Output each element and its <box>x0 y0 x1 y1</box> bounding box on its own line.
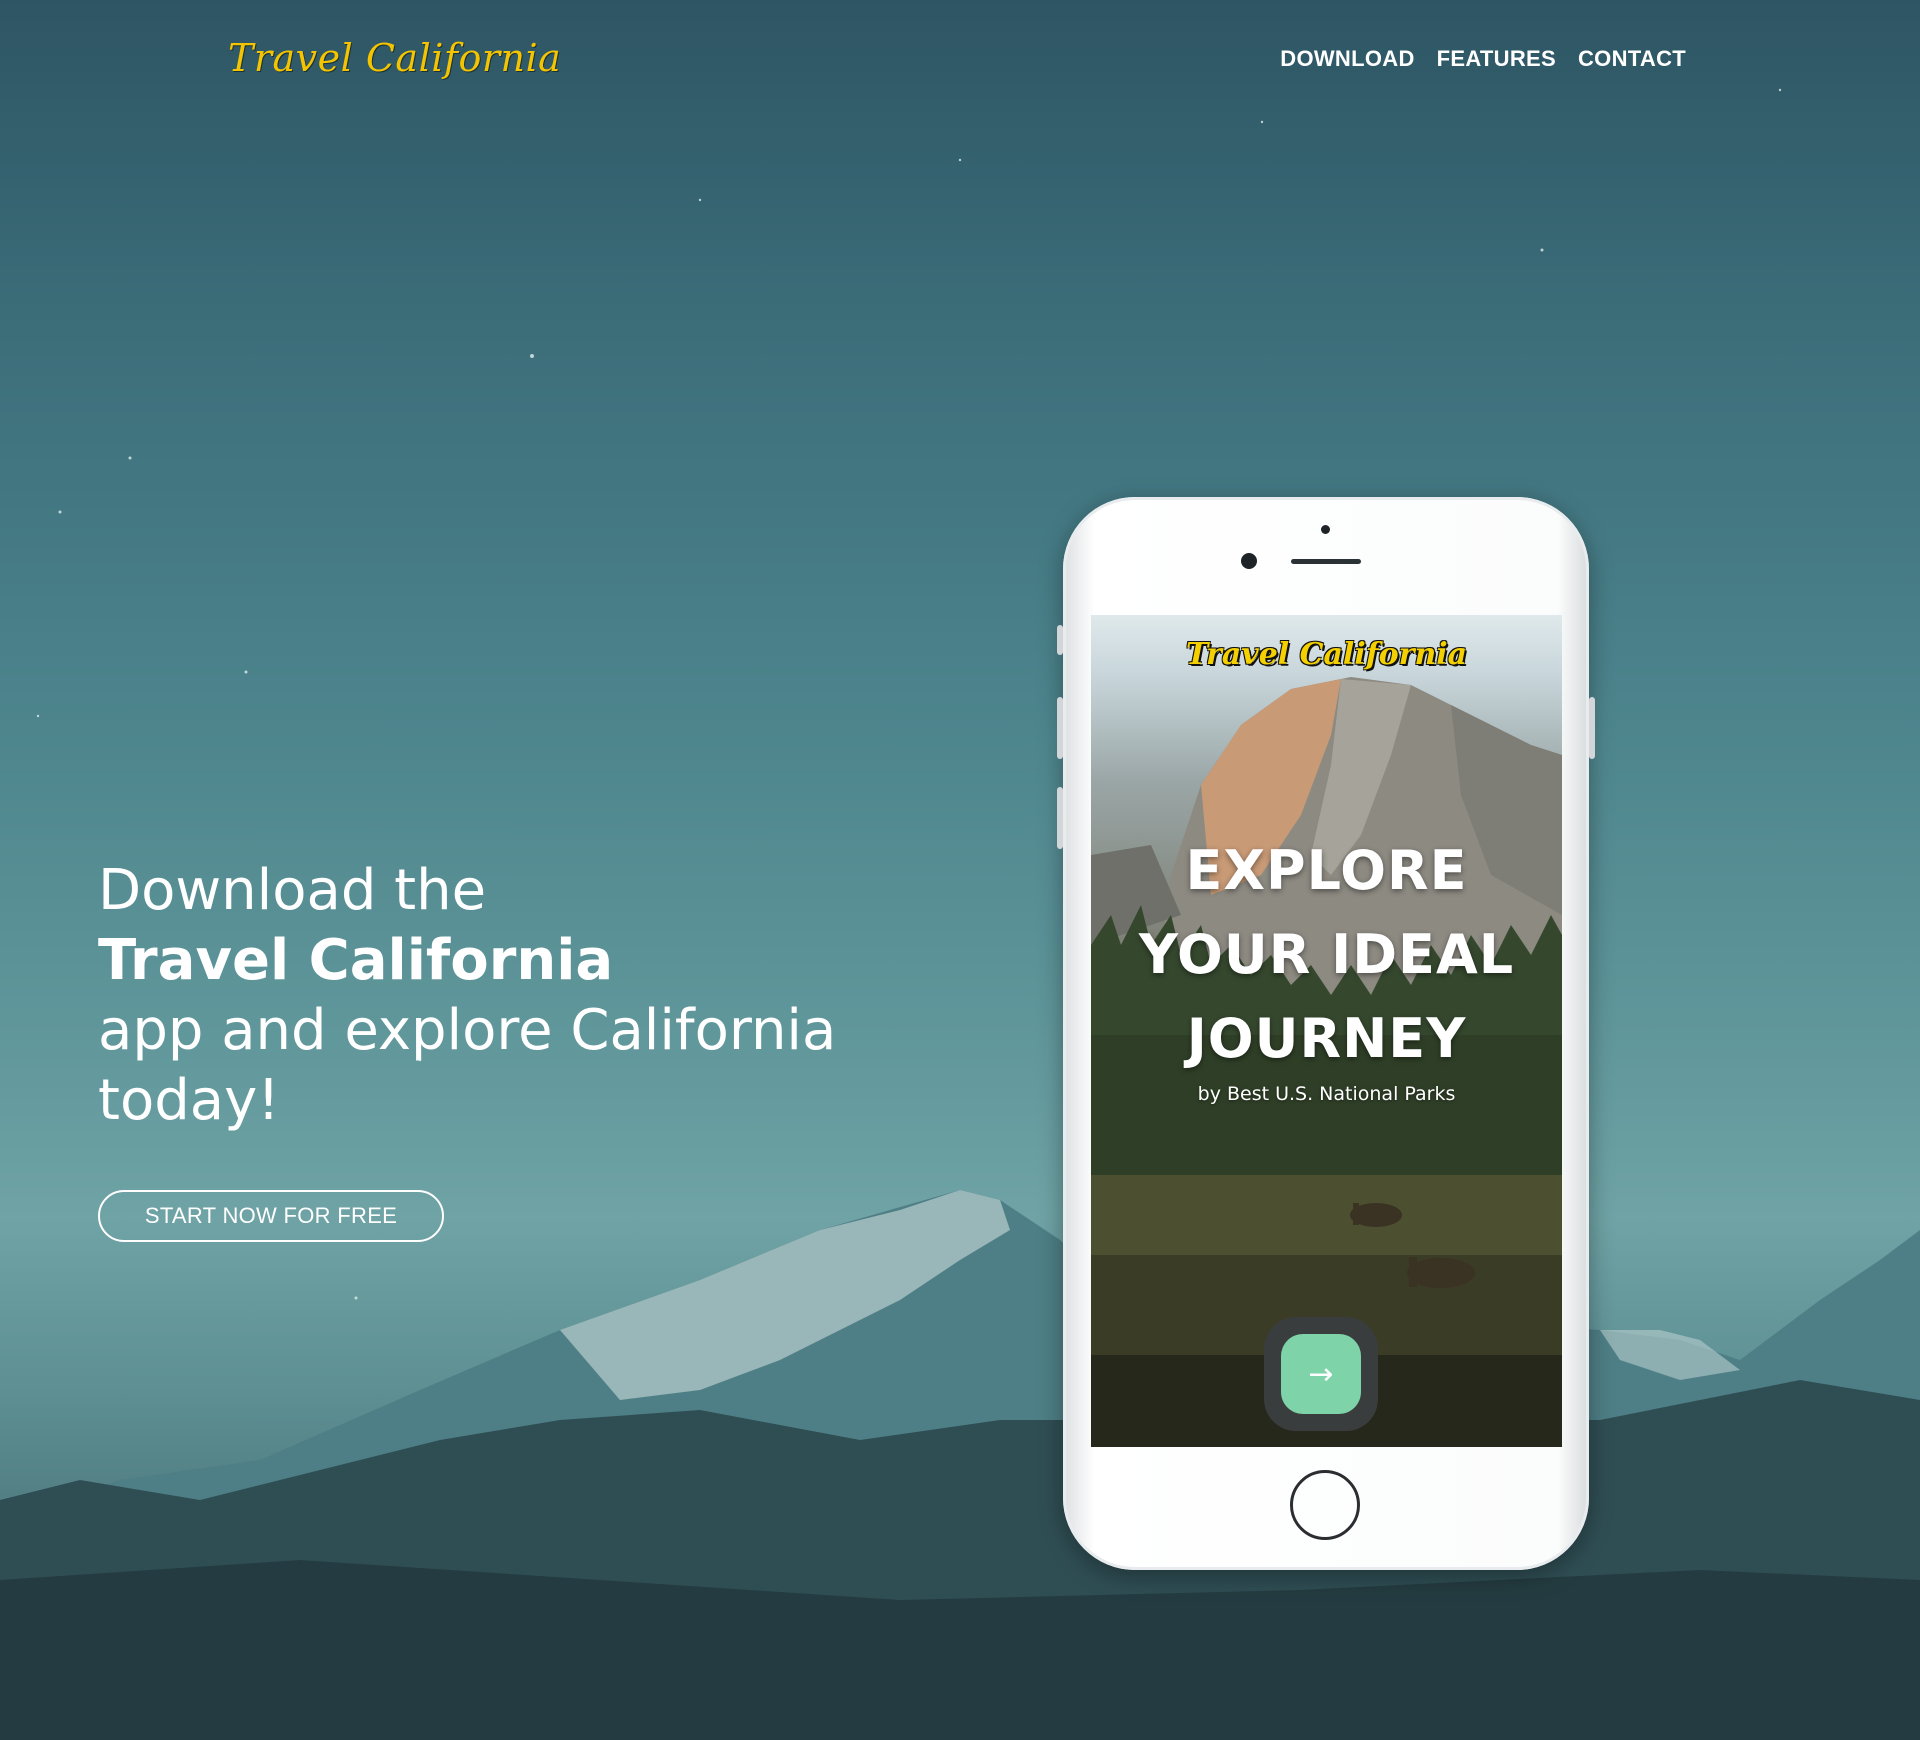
arrow-right-icon: → <box>1281 1334 1361 1414</box>
phone-volume-down <box>1057 787 1063 849</box>
phone-screen: Travel California EXPLORE YOUR IDEAL JOU… <box>1091 615 1562 1447</box>
phone-speaker <box>1291 559 1361 564</box>
top-nav: DOWNLOAD FEATURES CONTACT <box>1280 46 1686 72</box>
app-subtitle: by Best U.S. National Parks <box>1197 1083 1456 1105</box>
phone-side-button <box>1057 625 1063 655</box>
hero-section: Travel California DOWNLOAD FEATURES CONT… <box>0 0 1920 1740</box>
phone-camera <box>1241 553 1257 569</box>
app-next-button[interactable]: → <box>1264 1317 1378 1431</box>
nav-download-link[interactable]: DOWNLOAD <box>1280 46 1414 72</box>
nav-contact-link[interactable]: CONTACT <box>1578 46 1686 72</box>
phone-mockup: Travel California EXPLORE YOUR IDEAL JOU… <box>1057 497 1595 1570</box>
app-title-line-2: YOUR IDEAL <box>1138 923 1515 986</box>
phone-volume-up <box>1057 697 1063 759</box>
app-title-line-1: EXPLORE <box>1185 839 1468 902</box>
headline-line-1: Download the <box>98 857 487 923</box>
headline-app-name: Travel California <box>98 927 614 993</box>
site-logo[interactable]: Travel California <box>228 36 561 80</box>
headline-line-4: today! <box>98 1067 280 1133</box>
phone-home-button <box>1290 1470 1360 1540</box>
phone-power-button <box>1589 697 1595 759</box>
app-logo: Travel California <box>1185 637 1468 672</box>
nav-features-link[interactable]: FEATURES <box>1437 46 1556 72</box>
start-now-button[interactable]: START NOW FOR FREE <box>98 1190 444 1242</box>
app-title-line-3: JOURNEY <box>1186 1007 1467 1070</box>
headline-line-3: app and explore California <box>98 997 837 1063</box>
hero-headline: Download the Travel California app and e… <box>98 856 858 1136</box>
app-title: EXPLORE YOUR IDEAL JOURNEY <box>1091 829 1562 1081</box>
phone-sensor <box>1321 525 1330 534</box>
